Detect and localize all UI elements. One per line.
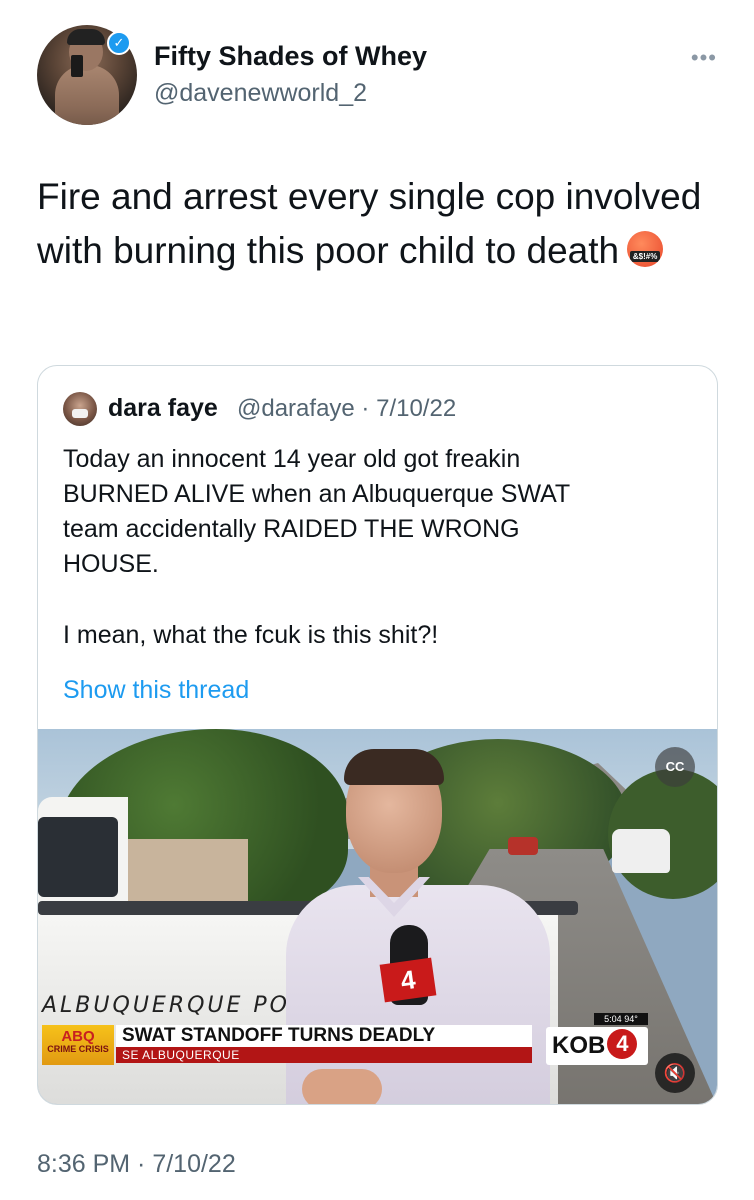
- quoted-author-name: dara faye: [108, 394, 218, 422]
- more-options-icon[interactable]: •••: [691, 45, 717, 71]
- time-temperature: 5:04 94°: [594, 1013, 648, 1025]
- mic-flag: 4: [379, 957, 437, 1003]
- quoted-text-line: HOUSE.: [63, 550, 159, 578]
- volume-mute-icon[interactable]: 🔇: [655, 1053, 695, 1093]
- station-logo: KOB 4: [546, 1027, 648, 1065]
- video-player[interactable]: ALBUQUERQUE PO 4 ABQ CRIME CRISIS SWAT S…: [38, 729, 717, 1104]
- station-bug: 5:04 94° KOB 4: [546, 1013, 648, 1071]
- news-lower-third: ABQ CRIME CRISIS SWAT STANDOFF TURNS DEA…: [42, 1025, 536, 1065]
- closed-captions-icon[interactable]: CC: [655, 747, 695, 787]
- quoted-text-line: BURNED ALIVE when an Albuquerque SWAT: [63, 480, 571, 508]
- author-display-name[interactable]: Fifty Shades of Whey: [154, 41, 427, 72]
- verified-badge-icon: ✓: [107, 31, 131, 55]
- quoted-text-line: I mean, what the fcuk is this shit?!: [63, 621, 439, 649]
- crime-crisis-logo: ABQ CRIME CRISIS: [42, 1025, 114, 1065]
- parked-suv: [612, 829, 670, 873]
- news-subheadline: SE ALBUQUERQUE: [116, 1047, 532, 1063]
- quoted-text-line: Today an innocent 14 year old got freaki…: [63, 445, 521, 473]
- angry-symbols-emoji-icon: &$!#%: [627, 231, 664, 267]
- quoted-tweet-text: Today an innocent 14 year old got freaki…: [63, 442, 683, 653]
- tweet-text: Fire and arrest every single cop involve…: [37, 170, 717, 278]
- quoted-author-avatar: [63, 392, 97, 426]
- quoted-text-line: team accidentally RAIDED THE WRONG: [63, 515, 520, 543]
- quoted-tweet-card[interactable]: dara faye @darafaye · 7/10/22 Today an i…: [37, 365, 718, 1105]
- news-headline: SWAT STANDOFF TURNS DEADLY: [116, 1025, 532, 1047]
- tweet-timestamp[interactable]: 8:36 PM · 7/10/22: [37, 1150, 236, 1179]
- tweet-body: Fire and arrest every single cop involve…: [37, 176, 702, 271]
- author-handle[interactable]: @davenewworld_2: [154, 79, 367, 108]
- show-thread-link[interactable]: Show this thread: [63, 676, 249, 705]
- tweet-header: ✓ Fifty Shades of Whey @davenewworld_2 •…: [37, 25, 717, 125]
- quoted-author-meta: @darafaye · 7/10/22: [237, 395, 457, 422]
